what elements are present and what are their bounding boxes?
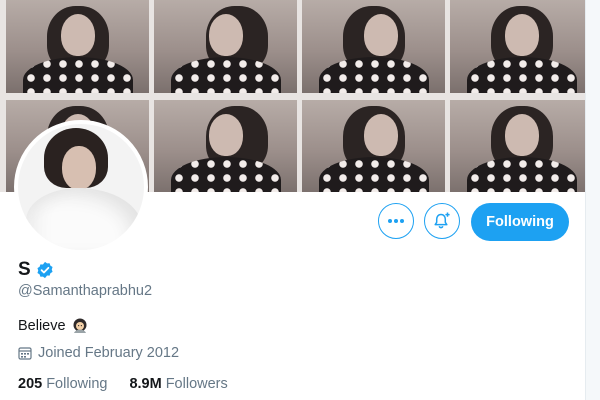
banner-photo <box>154 0 297 93</box>
page-scrollbar[interactable] <box>585 0 600 400</box>
followers-count-link[interactable]: 8.9M Followers <box>129 376 227 392</box>
banner-photo <box>302 0 445 93</box>
banner-photo <box>450 0 593 93</box>
joined-text: Joined February 2012 <box>38 345 180 361</box>
bio-text: Believe <box>18 318 66 334</box>
following-button[interactable]: Following <box>471 203 569 241</box>
following-label: Following <box>46 376 108 392</box>
display-name: S <box>18 259 31 280</box>
bell-plus-icon <box>434 212 450 229</box>
banner-photo <box>450 100 593 192</box>
profile-bio: Believe <box>18 318 88 334</box>
profile-avatar[interactable] <box>14 120 148 254</box>
followers-count: 8.9M <box>129 376 162 392</box>
banner-photo <box>154 100 297 192</box>
profile-name-row: S <box>18 259 54 281</box>
banner-photo <box>6 0 149 93</box>
followers-label: Followers <box>165 376 228 392</box>
following-count-link[interactable]: 205 Following <box>18 376 107 392</box>
profile-handle: @Samanthaprabhu2 <box>18 283 153 299</box>
calendar-icon <box>18 347 32 360</box>
verified-badge-icon <box>37 261 53 279</box>
following-count: 205 <box>18 376 43 392</box>
more-horizontal-icon <box>388 219 404 223</box>
notifications-button[interactable] <box>424 203 460 239</box>
person-with-headscarf-emoji-icon <box>73 318 87 333</box>
avatar-face <box>62 146 96 190</box>
joined-date: Joined February 2012 <box>18 345 179 361</box>
profile-stats: 205 Following 8.9M Followers <box>18 376 250 392</box>
banner-photo <box>302 100 445 192</box>
avatar-dress <box>26 188 142 250</box>
more-options-button[interactable] <box>378 203 414 239</box>
